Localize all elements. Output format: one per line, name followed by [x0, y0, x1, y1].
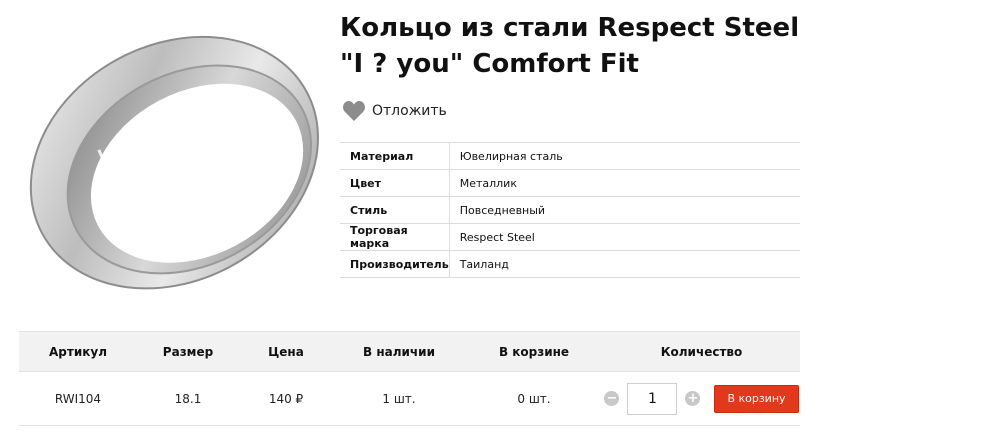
header-in-cart: В корзине — [465, 331, 603, 372]
product-image: I ♥ YOU — [29, 35, 319, 290]
add-to-cart-button[interactable]: В корзину — [714, 384, 799, 413]
offer-size: 18.1 — [137, 371, 239, 426]
offers-header-row: Артикул Размер Цена В наличии В корзине … — [19, 331, 800, 372]
spec-row: Стиль Повседневный — [340, 196, 800, 224]
spec-row: Материал Ювелирная сталь — [340, 142, 800, 170]
spec-value: Respect Steel — [449, 223, 800, 251]
offer-sku: RWI104 — [19, 371, 137, 426]
offer-in-stock: 1 шт. — [333, 371, 465, 426]
header-sku: Артикул — [19, 331, 137, 372]
spec-key: Цвет — [340, 169, 450, 197]
header-quantity: Количество — [603, 331, 800, 372]
spec-value: Ювелирная сталь — [449, 142, 800, 170]
minus-icon[interactable]: − — [604, 391, 620, 406]
wishlist-label: Отложить — [372, 103, 447, 119]
spec-key: Торговая марка — [340, 223, 450, 251]
offer-row: RWI104 18.1 140 ₽ 1 шт. 0 шт. − + В корз… — [19, 371, 800, 426]
header-in-stock: В наличии — [333, 331, 465, 372]
spec-row: Цвет Металлик — [340, 169, 800, 197]
quantity-input[interactable] — [627, 382, 678, 415]
plus-icon[interactable]: + — [685, 391, 701, 406]
specs-table: Материал Ювелирная сталь Цвет Металлик С… — [340, 142, 800, 278]
spec-row: Производитель Таиланд — [340, 250, 800, 278]
spec-value: Таиланд — [449, 250, 800, 278]
spec-value: Металлик — [449, 169, 800, 197]
spec-key: Материал — [340, 142, 450, 170]
offer-in-cart: 0 шт. — [465, 371, 603, 426]
heart-icon — [343, 101, 365, 121]
spec-value: Повседневный — [449, 196, 800, 224]
offer-price: 140 ₽ — [239, 371, 333, 426]
offer-quantity-cell: − + В корзину — [603, 371, 800, 426]
quantity-stepper: − + В корзину — [603, 382, 800, 415]
offers-table: Артикул Размер Цена В наличии В корзине … — [19, 331, 800, 426]
product-title: Кольцо из стали Respect Steel "I ? you" … — [340, 13, 800, 79]
wishlist-button[interactable]: Отложить — [342, 100, 447, 122]
spec-row: Торговая марка Respect Steel — [340, 223, 800, 251]
spec-key: Стиль — [340, 196, 450, 224]
header-size: Размер — [137, 331, 239, 372]
spec-key: Производитель — [340, 250, 450, 278]
header-price: Цена — [239, 331, 333, 372]
